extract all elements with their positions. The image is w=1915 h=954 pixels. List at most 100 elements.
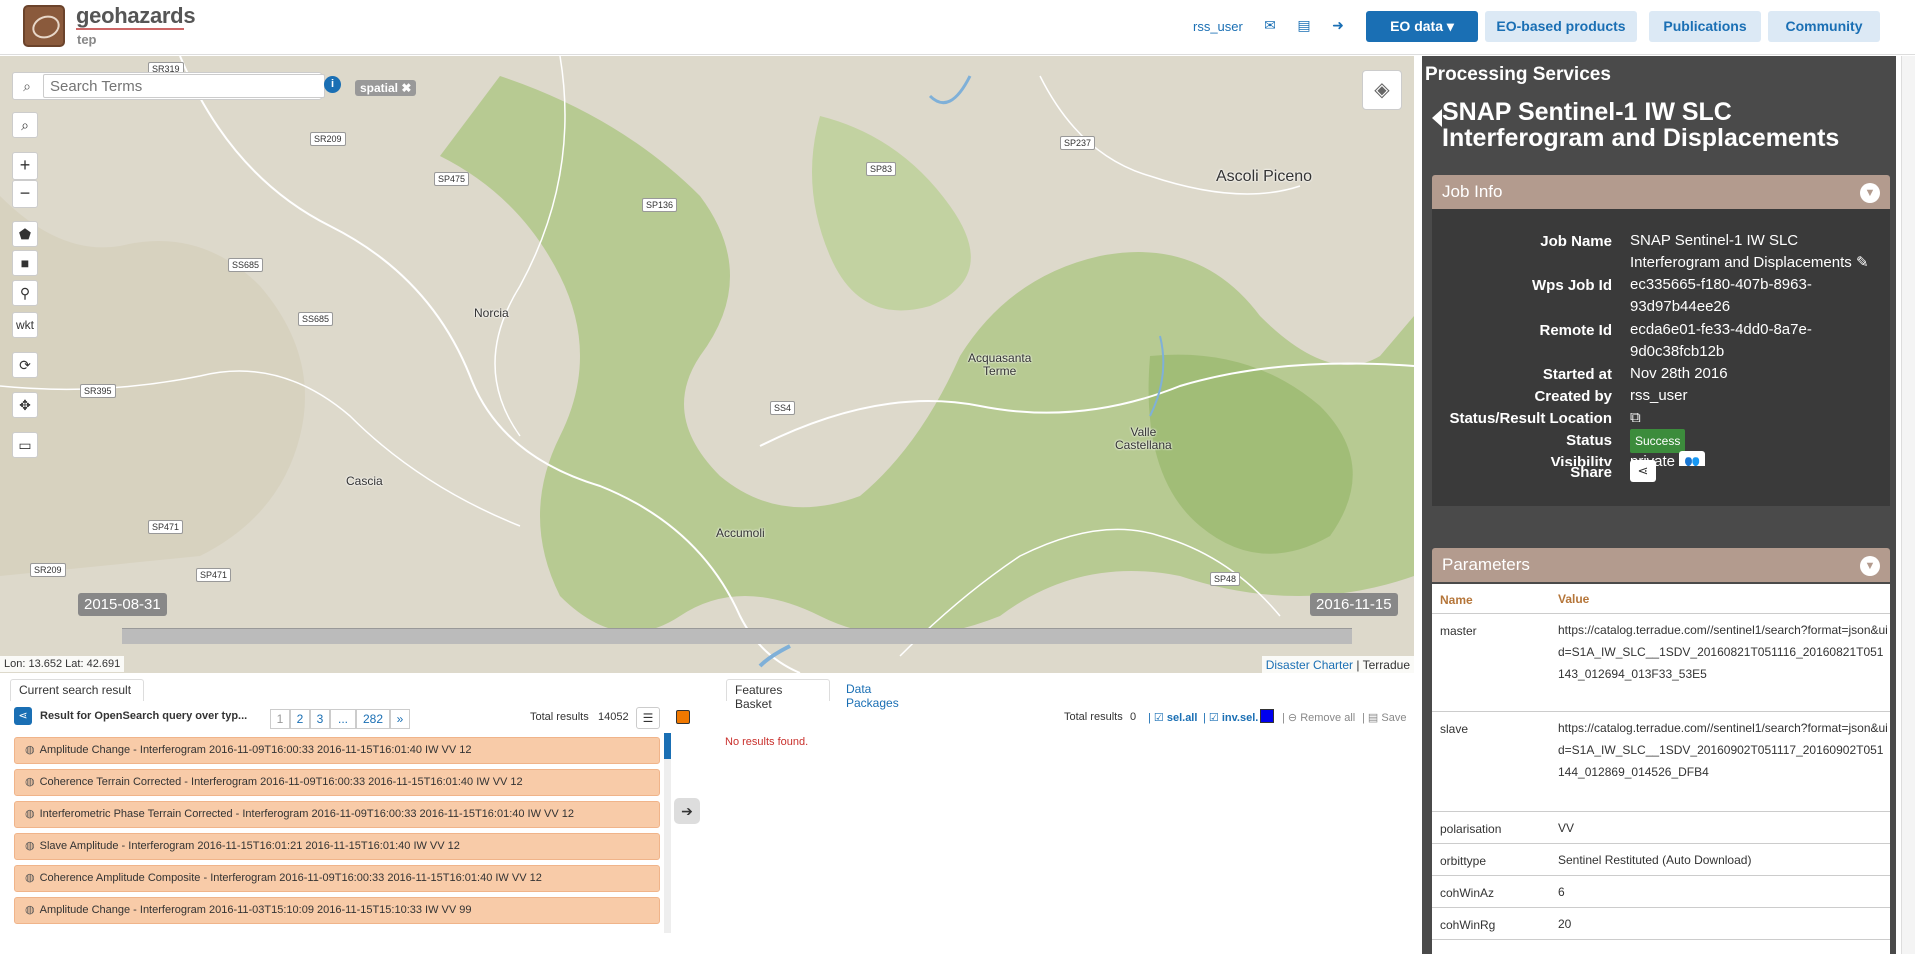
zoom-in-button[interactable]: + <box>12 152 38 180</box>
basket-color-swatch[interactable] <box>1260 709 1274 723</box>
job-name-value: SNAP Sentinel-1 IW SLC Interferogram and… <box>1630 230 1880 274</box>
remote-id-value: ecda6e01-fe33-4dd0-8a7e-9d0c38fcb12b <box>1630 321 1812 360</box>
draw-rectangle-button[interactable]: ■ <box>12 250 38 276</box>
save-button[interactable]: | ▤ Save <box>1362 711 1406 724</box>
layers-icon[interactable]: ◈ <box>1362 70 1402 110</box>
sel-all-label: sel.all <box>1166 712 1198 724</box>
processing-services-panel: Processing Services SNAP Sentinel-1 IW S… <box>1422 56 1896 954</box>
road-label: SR209 <box>30 563 66 577</box>
tab-current-search-result[interactable]: Current search result <box>10 679 144 701</box>
remove-all-label: Remove all <box>1300 712 1356 724</box>
search-icon[interactable]: ⌕ <box>13 73 41 99</box>
geohazards-logo[interactable] <box>23 5 65 47</box>
search-input[interactable] <box>43 74 325 98</box>
chevron-down-icon[interactable]: ▼ <box>1860 556 1880 576</box>
road-label: SP237 <box>1060 136 1096 150</box>
result-item[interactable]: ◍ Coherence Terrain Corrected - Interfero… <box>14 769 660 796</box>
result-item[interactable]: ◍ Amplitude Change - Interferogram 2016-1… <box>14 737 660 764</box>
share-icon[interactable]: ⋖ <box>14 707 32 725</box>
page-3-link[interactable]: 3 <box>310 709 330 729</box>
basket-total-value: 0 <box>1130 711 1137 723</box>
result-color-swatch[interactable] <box>676 710 690 724</box>
panel-scrollbar[interactable] <box>1901 56 1915 954</box>
brand-underline <box>76 28 184 30</box>
basket-total-label: Total results <box>1064 711 1123 723</box>
eo-based-products-button[interactable]: EO-based products <box>1485 11 1637 42</box>
results-scrollbar[interactable] <box>664 733 671 933</box>
envelope-icon[interactable]: ✉ <box>1262 17 1278 33</box>
place-accumoli: Accumoli <box>716 526 765 540</box>
eo-data-button[interactable]: EO data ▾ <box>1366 11 1478 42</box>
wkt-button[interactable]: wkt <box>12 312 38 338</box>
draw-polygon-button[interactable]: ⬟ <box>12 221 38 247</box>
table-row: polarisation VV <box>1432 812 1890 844</box>
brand-subtitle: tep <box>77 32 97 47</box>
info-icon[interactable]: i <box>324 76 341 93</box>
external-link-icon[interactable]: ⧉ <box>1630 407 1880 429</box>
param-value: https://catalog.terradue.com//sentinel1/… <box>1558 721 1888 779</box>
back-arrow-icon[interactable] <box>1432 109 1442 127</box>
param-value: Sentinel Restituted (Auto Download) <box>1558 853 1752 867</box>
arrow-right-icon[interactable]: ➔ <box>674 798 700 824</box>
road-label: SP471 <box>196 568 232 582</box>
save-label: Save <box>1381 712 1407 724</box>
spatial-filter-tag[interactable]: spatial ✖ <box>355 80 417 96</box>
zoom-search-button[interactable]: ⌕ <box>12 112 38 138</box>
book-icon[interactable]: ▤ <box>1296 17 1312 33</box>
parameters-table: Name Value master https://catalog.terrad… <box>1432 584 1890 954</box>
tab-features-basket[interactable]: Features Basket <box>726 679 830 711</box>
result-item[interactable]: ◍ Amplitude Change - Interferogram 2016-1… <box>14 897 660 924</box>
parameters-title: Parameters <box>1442 555 1530 574</box>
parameters-table-header: Name Value <box>1432 584 1890 614</box>
status-badge: Success <box>1630 429 1686 453</box>
page-2-link[interactable]: 2 <box>290 709 310 729</box>
page-1-link[interactable]: 1 <box>270 709 290 729</box>
param-name: cohWinAz <box>1440 886 1495 900</box>
chevron-down-icon[interactable]: ▼ <box>1860 183 1880 203</box>
user-link[interactable]: rss_user <box>1193 19 1243 34</box>
sign-out-icon[interactable]: ➜ <box>1330 17 1346 33</box>
page-ellipsis: ... <box>330 709 356 729</box>
tab-data-packages[interactable]: Data Packages <box>838 679 934 710</box>
next-page-link[interactable]: » <box>390 709 410 729</box>
zoom-out-button[interactable]: − <box>12 180 38 208</box>
result-item[interactable]: ◍ Coherence Amplitude Composite - Interfe… <box>14 865 660 892</box>
invert-selection-button[interactable]: | ☑ inv.sel. <box>1203 711 1258 724</box>
status-location-label: Status/Result Location <box>1449 410 1612 427</box>
page-282-link[interactable]: 282 <box>356 709 390 729</box>
refresh-icon[interactable]: ⟳ <box>12 352 38 378</box>
search-box: ⌕ <box>12 72 325 100</box>
globe-icon: ◍ <box>25 808 35 820</box>
map-marker-button[interactable]: ⚲ <box>12 280 38 306</box>
results-scrollbar-thumb[interactable] <box>664 733 671 759</box>
list-icon[interactable]: ☰ <box>636 707 660 729</box>
result-item[interactable]: ◍ Slave Amplitude - Interferogram 2016-11… <box>14 833 660 860</box>
job-info-header[interactable]: Job Info ▼ <box>1432 175 1890 209</box>
globe-icon: ◍ <box>25 872 35 884</box>
share-icon[interactable]: ⋖ <box>1630 460 1656 482</box>
inv-sel-label: inv.sel. <box>1221 712 1259 724</box>
pencil-icon[interactable]: ✎ <box>1856 254 1869 271</box>
parameters-header[interactable]: Parameters ▼ <box>1432 548 1890 582</box>
param-name: orbittype <box>1440 854 1487 868</box>
select-all-button[interactable]: | ☑ sel.all <box>1148 711 1197 724</box>
result-title: Coherence Terrain Corrected - Interferog… <box>39 776 523 788</box>
results-total-label: Total results <box>530 711 589 723</box>
ruler-icon[interactable]: ▭ <box>12 432 38 458</box>
remove-all-button[interactable]: | ⊖ Remove all <box>1282 711 1355 724</box>
globe-icon: ◍ <box>25 776 35 788</box>
brand-name[interactable]: geohazards <box>76 3 196 29</box>
fullscreen-icon[interactable]: ✥ <box>12 392 38 418</box>
top-navbar: geohazards tep rss_user ✉ ▤ ➜ EO data ▾ … <box>0 0 1915 55</box>
community-button[interactable]: Community <box>1768 11 1880 42</box>
results-total-value: 14052 <box>598 711 629 723</box>
map-viewer[interactable]: Ascoli Piceno Norcia Acquasanta Terme Va… <box>0 56 1414 673</box>
started-at-value: Nov 28th 2016 <box>1630 365 1728 382</box>
road-label: SS685 <box>228 258 264 272</box>
param-name: master <box>1440 624 1477 638</box>
road-label: SS685 <box>298 312 334 326</box>
disaster-charter-link[interactable]: Disaster Charter <box>1266 658 1353 672</box>
publications-button[interactable]: Publications <box>1649 11 1761 42</box>
time-slider[interactable] <box>122 628 1352 644</box>
result-item[interactable]: ◍ Interferometric Phase Terrain Corrected… <box>14 801 660 828</box>
